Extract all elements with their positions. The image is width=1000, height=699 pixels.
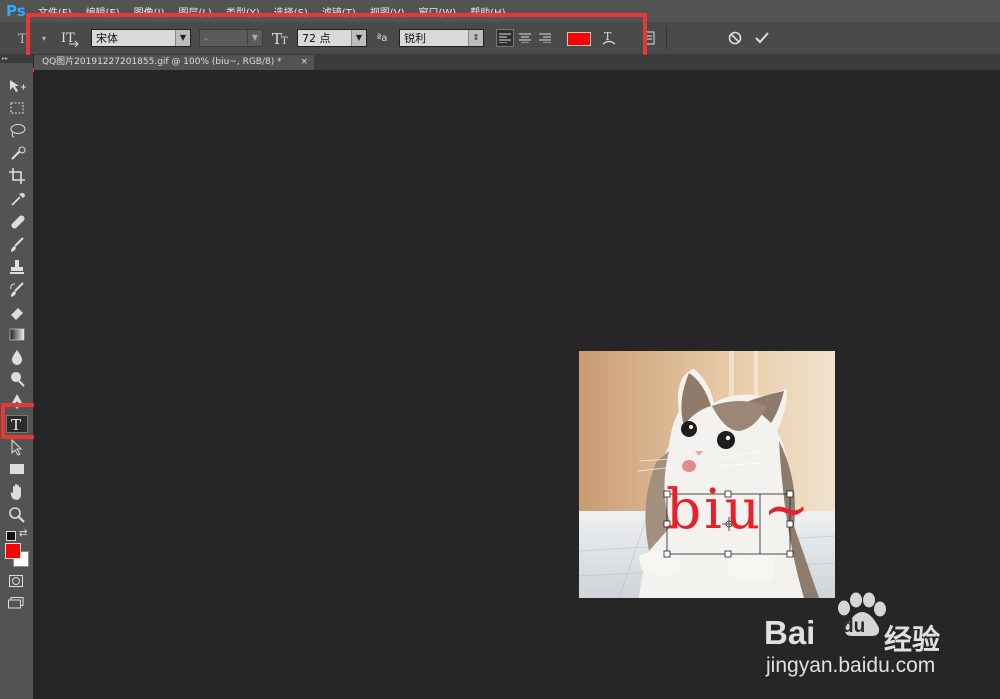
document-canvas[interactable]: biu~ <box>579 351 835 598</box>
cancel-edit-button[interactable] <box>726 22 744 54</box>
dodge-tool-button[interactable] <box>6 370 28 388</box>
history-brush-tool-button[interactable] <box>6 281 28 299</box>
move-tool-button[interactable] <box>6 78 28 96</box>
close-icon[interactable]: × <box>300 55 308 70</box>
toolbox-collapse-icon[interactable]: ▸▸ <box>0 55 33 63</box>
photoshop-logo: Ps <box>6 2 26 20</box>
document-tab-bar: QQ图片20191227201855.gif @ 100% (biu~, RGB… <box>34 55 1000 70</box>
marquee-tool-icon <box>10 102 24 114</box>
gradient-tool-icon <box>9 328 25 341</box>
quick-mask-icon[interactable] <box>5 572 27 590</box>
document-tab[interactable]: QQ图片20191227201855.gif @ 100% (biu~, RGB… <box>34 55 314 70</box>
brush-tool-button[interactable] <box>6 236 28 254</box>
hand-tool-button[interactable] <box>6 483 28 501</box>
baidu-jingyan-watermark: Bai du 经验 jingyan.baidu.com <box>760 590 1000 690</box>
path-select-tool-icon <box>11 438 23 456</box>
healing-tool-icon <box>11 215 25 229</box>
cancel-icon <box>728 31 742 45</box>
checkmark-icon <box>755 32 769 44</box>
baidu-du-text: du <box>842 616 866 637</box>
options-divider <box>666 26 667 50</box>
rectangle-tool-icon <box>10 464 24 474</box>
eyedropper-tool-icon <box>11 193 25 206</box>
blur-tool-button[interactable] <box>6 348 28 366</box>
commit-edit-button[interactable] <box>753 22 771 54</box>
hand-tool-icon <box>10 484 21 500</box>
lasso-tool-button[interactable] <box>6 122 28 140</box>
screen-mode-icon[interactable] <box>5 594 27 612</box>
brush-tool-icon <box>11 237 24 252</box>
eraser-tool-button[interactable] <box>6 303 28 321</box>
lasso-tool-icon <box>10 124 26 138</box>
default-colors-icon[interactable] <box>6 531 16 541</box>
eraser-tool-icon <box>11 308 23 320</box>
quick-select-tool-button[interactable] <box>6 145 28 163</box>
text-transform-box[interactable] <box>579 351 835 598</box>
crop-tool-button[interactable] <box>6 167 28 185</box>
zoom-tool-button[interactable] <box>6 506 28 524</box>
gradient-tool-button[interactable] <box>6 326 28 344</box>
stamp-tool-icon <box>10 260 24 274</box>
stamp-tool-button[interactable] <box>6 258 28 276</box>
dodge-tool-icon <box>11 372 25 387</box>
crop-tool-icon <box>9 168 25 184</box>
foreground-color-swatch[interactable] <box>5 543 21 559</box>
watermark-url: jingyan.baidu.com <box>766 654 936 677</box>
healing-tool-button[interactable] <box>6 213 28 231</box>
quick-select-tool-icon <box>11 146 26 160</box>
document-tab-title: QQ图片20191227201855.gif @ 100% (biu~, RGB… <box>42 57 282 67</box>
eyedropper-tool-button[interactable] <box>6 190 28 208</box>
blur-tool-icon <box>11 350 23 365</box>
jingyan-text: 经验 <box>884 623 941 656</box>
marquee-tool-button[interactable] <box>6 100 28 118</box>
zoom-tool-icon <box>9 507 25 523</box>
move-tool-icon <box>10 80 26 92</box>
rectangle-tool-button[interactable] <box>6 460 28 478</box>
baidu-brand-text: Bai <box>764 614 816 651</box>
history-brush-tool-icon <box>10 282 24 297</box>
path-select-tool-button[interactable] <box>6 438 28 456</box>
swap-colors-icon[interactable]: ⇄ <box>19 528 27 539</box>
canvas-text-layer[interactable]: biu~ <box>666 482 812 537</box>
